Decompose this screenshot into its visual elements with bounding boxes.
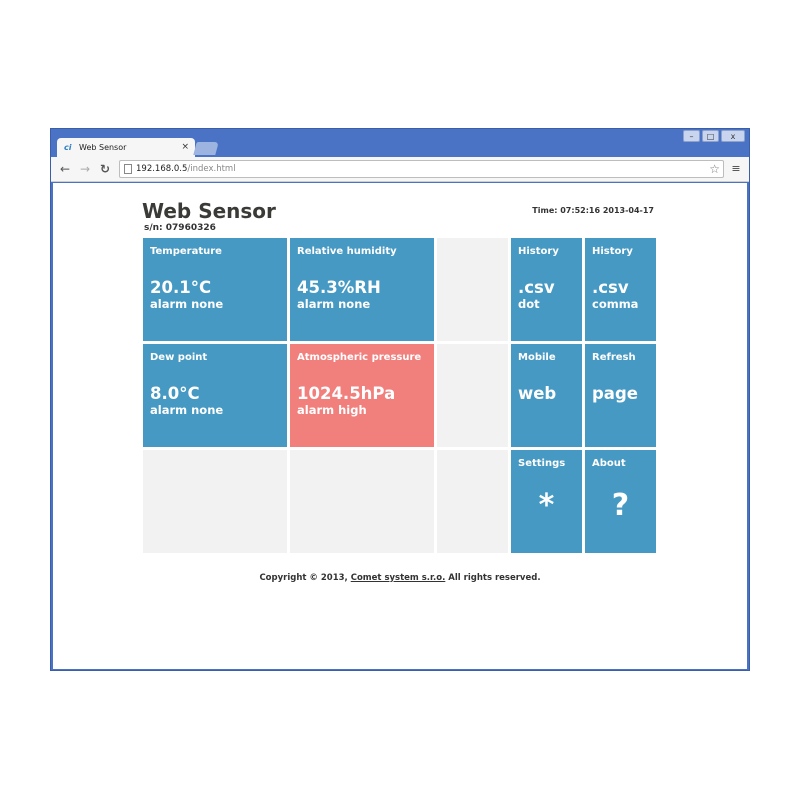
tile-empty	[437, 344, 508, 447]
page-viewport: Web Sensor s/n: 07960326 Time: 07:52:16 …	[53, 183, 747, 669]
tile-settings[interactable]: Settings *	[511, 450, 582, 553]
tile-status: dot	[518, 297, 540, 311]
tab-title: Web Sensor	[79, 143, 127, 152]
tile-status: alarm high	[297, 403, 367, 417]
tile-status: alarm none	[150, 297, 224, 311]
tile-humidity[interactable]: Relative humidity 45.3%RH alarm none	[290, 238, 434, 341]
page-title: Web Sensor	[142, 199, 276, 223]
address-bar[interactable]: 192.168.0.5/index.html ☆	[119, 160, 724, 178]
timestamp: Time: 07:52:16 2013-04-17	[532, 206, 654, 215]
tile-mobile-web[interactable]: Mobile web	[511, 344, 582, 447]
maximize-button[interactable]: □	[702, 130, 719, 142]
tab-close-icon[interactable]: ×	[181, 138, 189, 157]
footer-company-link[interactable]: Comet system s.r.o.	[351, 573, 446, 583]
browser-toolbar: ← → ↻ 192.168.0.5/index.html ☆ ≡	[51, 157, 749, 182]
tile-empty	[143, 450, 287, 553]
footer-copyright: Copyright © 2013, Comet system s.r.o. Al…	[53, 573, 747, 583]
url-host: 192.168.0.5	[136, 164, 188, 174]
bookmark-star-icon[interactable]: ☆	[709, 161, 720, 177]
tile-label: About	[592, 458, 626, 469]
new-tab-button[interactable]	[193, 142, 219, 155]
tile-label: Mobile	[518, 352, 556, 363]
tile-status: alarm none	[150, 403, 224, 417]
question-mark-icon: ?	[611, 488, 630, 523]
window-controls: – □ x	[681, 130, 745, 142]
tile-label: Refresh	[592, 352, 636, 363]
footer-suffix: All rights reserved.	[445, 573, 541, 583]
asterisk-icon: *	[538, 488, 555, 523]
browser-tab[interactable]: ci Web Sensor ×	[57, 138, 195, 157]
page-icon	[124, 164, 132, 174]
tile-value: 20.1°C	[150, 278, 212, 297]
menu-icon[interactable]: ≡	[729, 162, 743, 176]
tile-label: Relative humidity	[297, 246, 397, 257]
tile-empty	[290, 450, 434, 553]
tile-value: 8.0°C	[150, 384, 200, 403]
tile-about[interactable]: About ?	[585, 450, 656, 553]
tile-value: .csv	[518, 278, 555, 297]
tile-label: Atmospheric pressure	[297, 352, 422, 363]
tile-atmospheric-pressure[interactable]: Atmospheric pressure 1024.5hPa alarm hig…	[290, 344, 434, 447]
close-window-button[interactable]: x	[721, 130, 745, 142]
tile-value: web	[518, 384, 557, 403]
tile-empty	[437, 238, 508, 341]
tile-value: page	[592, 384, 638, 403]
tile-status: alarm none	[297, 297, 371, 311]
tile-temperature[interactable]: Temperature 20.1°C alarm none	[143, 238, 287, 341]
favicon-icon: ci	[64, 143, 72, 152]
reload-icon[interactable]: ↻	[98, 162, 112, 176]
url-path: /index.html	[187, 164, 236, 174]
tile-value: 45.3%RH	[297, 278, 381, 297]
tile-label: Dew point	[150, 352, 208, 363]
tile-label: History	[518, 246, 559, 257]
tile-refresh-page[interactable]: Refresh page	[585, 344, 656, 447]
tile-history-csv-dot[interactable]: History .csv dot	[511, 238, 582, 341]
serial-number: s/n: 07960326	[144, 223, 216, 233]
tile-label: History	[592, 246, 633, 257]
back-arrow-icon[interactable]: ←	[58, 162, 72, 176]
tile-value: .csv	[592, 278, 629, 297]
tile-dew-point[interactable]: Dew point 8.0°C alarm none	[143, 344, 287, 447]
title-bar: ci Web Sensor × – □ x	[51, 129, 749, 157]
forward-arrow-icon[interactable]: →	[78, 162, 92, 176]
tile-empty	[437, 450, 508, 553]
footer-prefix: Copyright © 2013,	[259, 573, 351, 583]
tile-label: Temperature	[150, 246, 222, 257]
tile-label: Settings	[518, 458, 566, 469]
tile-value: 1024.5hPa	[297, 384, 396, 403]
tile-status: comma	[592, 297, 639, 311]
tile-history-csv-comma[interactable]: History .csv comma	[585, 238, 656, 341]
minimize-button[interactable]: –	[683, 130, 700, 142]
browser-window: ci Web Sensor × – □ x ← → ↻ 192.168.0.5/…	[50, 128, 750, 671]
